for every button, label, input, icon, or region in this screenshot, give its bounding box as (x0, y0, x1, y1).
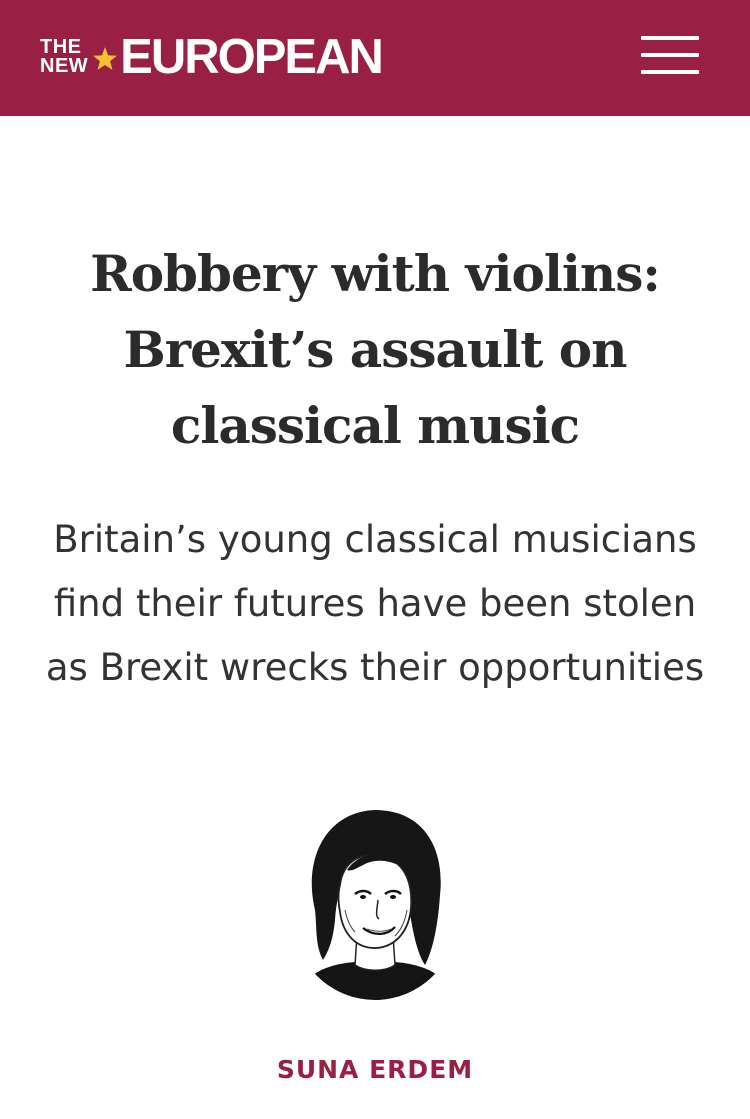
author-avatar[interactable] (285, 800, 465, 1000)
hamburger-menu-icon[interactable] (641, 36, 699, 76)
logo-the-new: THE NEW (40, 37, 89, 77)
article-headline: Robbery with violins: Brexit’s assault o… (90, 244, 661, 455)
menu-bar (641, 36, 699, 40)
site-logo[interactable]: THE NEW EUROPEAN (40, 30, 384, 84)
menu-bar (641, 53, 699, 57)
article-standfirst: Britain’s young classical musicians find… (45, 518, 705, 689)
menu-bar (641, 70, 699, 74)
logo-new-text: NEW (40, 55, 89, 77)
logo-european-text: EUROPEAN (120, 30, 384, 84)
author-byline[interactable]: SUNA ERDEM (0, 1055, 750, 1084)
site-header: THE NEW EUROPEAN (0, 0, 750, 116)
star-icon (93, 47, 118, 70)
